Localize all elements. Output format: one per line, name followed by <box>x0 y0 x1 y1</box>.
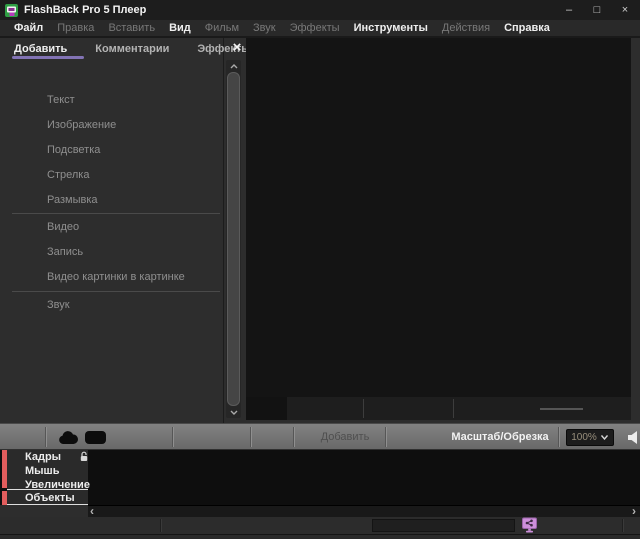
menu-help[interactable]: Справка <box>497 20 557 36</box>
toolbar-separator <box>172 427 173 447</box>
menu-edit: Правка <box>50 20 101 36</box>
menu-file[interactable]: Файл <box>7 20 50 36</box>
zoom-select[interactable]: 100% <box>566 429 614 446</box>
add-button-disabled: Добавить <box>300 424 390 450</box>
menu-insert: Вставить <box>101 20 162 36</box>
list-item-record[interactable]: Запись <box>47 246 83 260</box>
status-divider <box>622 519 623 532</box>
list-item-arrow[interactable]: Стрелка <box>47 169 89 183</box>
scroll-left-icon[interactable]: ‹ <box>90 505 94 517</box>
flashback-monitor-icon[interactable] <box>521 517 538 534</box>
minimize-button[interactable]: – <box>562 0 576 20</box>
window-controls: – □ × <box>562 0 632 20</box>
menu-view[interactable]: Вид <box>162 20 198 36</box>
list-item-video-pip[interactable]: Видео картинки в картинке <box>47 271 185 285</box>
list-item-video[interactable]: Видео <box>47 221 79 235</box>
canvas-substrip <box>246 397 631 420</box>
toolbar-separator <box>45 427 46 447</box>
lock-open-icon[interactable] <box>79 451 89 462</box>
status-field <box>372 519 515 532</box>
substrip-separator <box>453 399 454 418</box>
menu-effects: Эффекты <box>283 20 347 36</box>
status-bar <box>0 517 640 534</box>
list-divider <box>12 213 220 214</box>
add-object-list: Текст Изображение Подсветка Стрелка Разм… <box>0 60 224 423</box>
timeline[interactable]: Кадры Мышь Увеличение Объекты <box>0 450 640 505</box>
menu-sound: Звук <box>246 20 283 36</box>
maximize-button[interactable]: □ <box>590 0 604 20</box>
track-zoom[interactable]: Увеличение <box>25 479 90 492</box>
zoom-value: 100% <box>567 432 601 443</box>
status-divider <box>160 519 161 532</box>
toolbar-separator <box>385 427 386 447</box>
track-labels-panel: Кадры Мышь Увеличение Объекты <box>7 450 88 505</box>
list-item-sound[interactable]: Звук <box>47 299 70 313</box>
window-bottom-edge <box>0 534 640 539</box>
substrip-separator <box>363 399 364 418</box>
timeline-corner <box>0 505 88 517</box>
tab-comments[interactable]: Комментарии <box>81 38 183 60</box>
track-group-marker <box>2 450 7 488</box>
scroll-down-icon[interactable] <box>226 406 241 418</box>
movie-canvas[interactable] <box>246 38 631 397</box>
rectangle-shape-icon[interactable] <box>85 431 106 444</box>
timeline-hscrollbar[interactable]: ‹ › <box>88 505 640 517</box>
sidebar-tabs: Добавить Комментарии Эффекты <box>0 38 224 60</box>
substrip-corner <box>246 397 287 420</box>
window-title: FlashBack Pro 5 Плеер <box>24 4 146 16</box>
close-panel-icon[interactable]: × <box>229 40 245 56</box>
list-item-text[interactable]: Текст <box>47 94 75 108</box>
app-window: FlashBack Pro 5 Плеер – □ × Файл Правка … <box>0 0 640 539</box>
toolbar-separator <box>558 427 559 447</box>
scrollbar-thumb[interactable] <box>227 72 240 406</box>
menu-actions: Действия <box>435 20 497 36</box>
title-bar: FlashBack Pro 5 Плеер – □ × <box>0 0 640 20</box>
menu-movie: Фильм <box>198 20 246 36</box>
list-divider <box>12 291 220 292</box>
toolbar-separator <box>293 427 294 447</box>
speaker-icon[interactable] <box>628 431 639 444</box>
app-logo-icon <box>5 4 18 17</box>
scale-crop-button[interactable]: Масштаб/Обрезка <box>420 424 580 450</box>
toolbar-separator <box>250 427 251 447</box>
menu-bar: Файл Правка Вставить Вид Фильм Звук Эффе… <box>0 20 640 36</box>
menu-tools[interactable]: Инструменты <box>347 20 435 36</box>
chevron-down-icon <box>601 433 613 442</box>
scroll-up-icon[interactable] <box>226 60 241 72</box>
track-frames[interactable]: Кадры <box>25 451 61 464</box>
objects-sidebar: Добавить Комментарии Эффекты Текст Изобр… <box>0 38 224 423</box>
player-toolbar: Добавить Масштаб/Обрезка 100% <box>0 423 640 450</box>
callout-shape-icon[interactable] <box>57 429 79 446</box>
track-divider-line <box>7 489 88 490</box>
sidebar-scrollbar[interactable] <box>226 60 241 418</box>
list-item-highlight[interactable]: Подсветка <box>47 144 100 158</box>
list-item-blur[interactable]: Размывка <box>47 194 98 208</box>
close-button[interactable]: × <box>618 0 632 20</box>
substrip-marker <box>540 408 583 410</box>
scroll-right-icon[interactable]: › <box>632 505 636 517</box>
active-tab-underline <box>12 56 84 59</box>
list-item-image[interactable]: Изображение <box>47 119 116 133</box>
track-mouse[interactable]: Мышь <box>25 465 60 478</box>
